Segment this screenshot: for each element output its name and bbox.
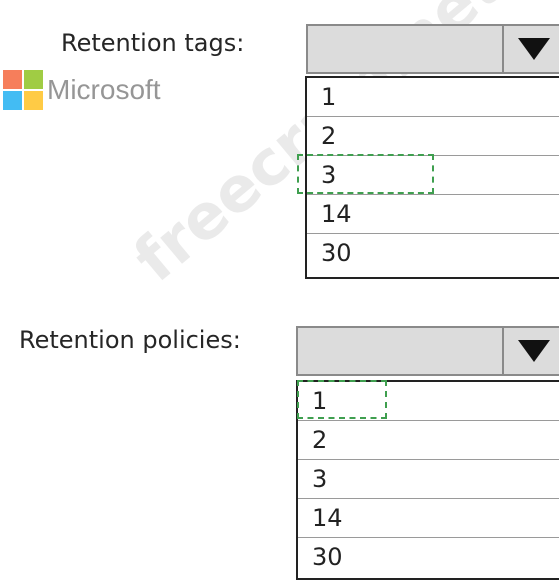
retention-tags-option[interactable]: 2 xyxy=(307,117,559,156)
retention-tags-options-list: 1 2 3 14 30 xyxy=(305,76,559,279)
retention-tags-dropdown-button[interactable] xyxy=(502,26,559,72)
microsoft-wordmark: Microsoft xyxy=(47,74,161,105)
retention-policies-options-list: 1 2 3 14 30 xyxy=(296,380,559,580)
retention-policies-dropdown[interactable] xyxy=(296,326,559,376)
retention-tags-option[interactable]: 1 xyxy=(307,78,559,117)
microsoft-squares-icon xyxy=(3,70,43,110)
retention-tags-dropdown[interactable] xyxy=(306,24,559,74)
retention-tags-option[interactable]: 30 xyxy=(307,234,559,273)
retention-tags-option[interactable]: 3 xyxy=(307,156,559,195)
microsoft-logo: Microsoft xyxy=(3,70,161,110)
logo-square-green xyxy=(24,70,43,89)
retention-policies-option[interactable]: 2 xyxy=(298,421,559,460)
retention-policies-option[interactable]: 3 xyxy=(298,460,559,499)
retention-tags-option[interactable]: 14 xyxy=(307,195,559,234)
logo-square-yellow xyxy=(24,91,43,110)
retention-policies-option[interactable]: 1 xyxy=(298,382,559,421)
logo-square-blue xyxy=(3,91,22,110)
retention-policies-option[interactable]: 30 xyxy=(298,538,559,577)
retention-policies-dropdown-button[interactable] xyxy=(502,328,559,374)
chevron-down-icon xyxy=(518,38,550,60)
chevron-down-icon xyxy=(518,340,550,362)
retention-tags-label: Retention tags: xyxy=(61,29,245,57)
logo-square-red xyxy=(3,70,22,89)
retention-policies-option[interactable]: 14 xyxy=(298,499,559,538)
retention-policies-label: Retention policies: xyxy=(19,326,241,354)
